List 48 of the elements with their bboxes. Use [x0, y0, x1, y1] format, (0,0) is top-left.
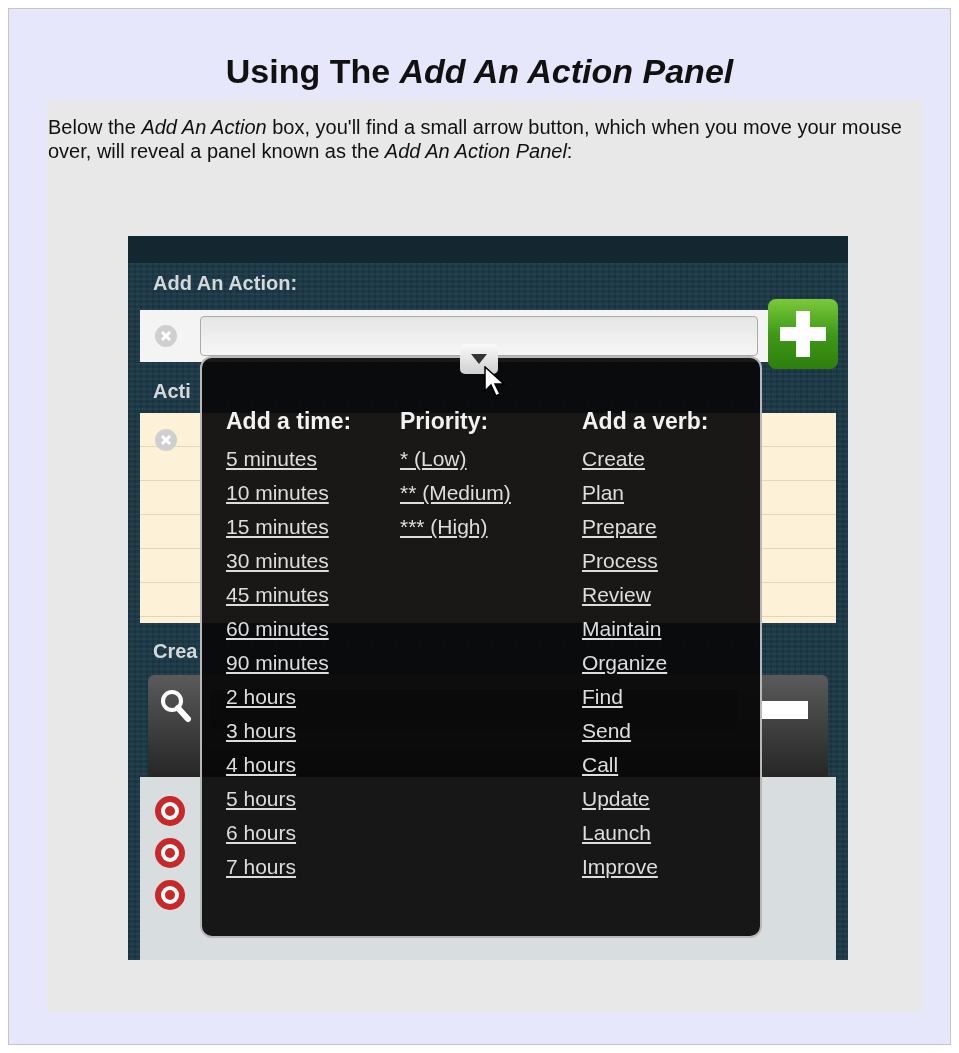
- option-link[interactable]: Maintain: [582, 612, 709, 646]
- small-input-field[interactable]: [760, 701, 808, 719]
- option-link[interactable]: Plan: [582, 476, 709, 510]
- action-input-field[interactable]: [200, 316, 758, 356]
- field-label: Crea: [153, 639, 198, 663]
- option-link[interactable]: ** (Medium): [400, 476, 582, 510]
- option-link[interactable]: 10 minutes: [226, 476, 400, 510]
- option-link[interactable]: 90 minutes: [226, 646, 400, 680]
- search-icon[interactable]: [160, 689, 192, 723]
- mouse-cursor-icon: [484, 366, 506, 398]
- option-link[interactable]: 7 hours: [226, 850, 400, 884]
- field-label: Acti: [153, 379, 191, 403]
- column-heading: Add a time:: [226, 407, 353, 436]
- option-link[interactable]: 5 hours: [226, 782, 400, 816]
- option-link[interactable]: 4 hours: [226, 748, 400, 782]
- option-link[interactable]: Improve: [582, 850, 709, 884]
- option-link[interactable]: * (Low): [400, 442, 582, 476]
- target-icon[interactable]: [154, 795, 186, 827]
- option-link[interactable]: Send: [582, 714, 709, 748]
- option-link[interactable]: Organize: [582, 646, 709, 680]
- option-link[interactable]: Update: [582, 782, 709, 816]
- intro-paragraph: Below the Add An Action box, you'll find a small arrow button, which when you move your mouse over, will reveal a panel known as the Add An Action Panel:: [48, 115, 903, 163]
- option-link[interactable]: Prepare: [582, 510, 709, 544]
- option-link[interactable]: *** (High): [400, 510, 582, 544]
- option-link[interactable]: 5 minutes: [226, 442, 400, 476]
- dropdown-tab[interactable]: [460, 344, 498, 374]
- field-label: Add An Action:: [153, 271, 298, 295]
- option-link[interactable]: 45 minutes: [226, 578, 400, 612]
- option-link[interactable]: Review: [582, 578, 709, 612]
- plus-icon: [780, 311, 826, 357]
- target-icon[interactable]: [154, 879, 186, 911]
- option-link[interactable]: Find: [582, 680, 709, 714]
- article-heading: Using The Add An Action Panel: [224, 51, 735, 92]
- caret-icon: [471, 354, 487, 364]
- option-link[interactable]: 30 minutes: [226, 544, 400, 578]
- option-link[interactable]: Process: [582, 544, 709, 578]
- option-link[interactable]: 2 hours: [226, 680, 400, 714]
- option-link[interactable]: 3 hours: [226, 714, 400, 748]
- option-link[interactable]: Create: [582, 442, 709, 476]
- column-heading: Add a verb:: [582, 407, 709, 436]
- target-icon[interactable]: [154, 837, 186, 869]
- option-link[interactable]: Launch: [582, 816, 709, 850]
- column-heading: Priority:: [400, 407, 490, 436]
- option-link[interactable]: 15 minutes: [226, 510, 400, 544]
- option-link[interactable]: 60 minutes: [226, 612, 400, 646]
- option-link[interactable]: 6 hours: [226, 816, 400, 850]
- add-button[interactable]: [768, 299, 838, 369]
- option-link[interactable]: Call: [582, 748, 709, 782]
